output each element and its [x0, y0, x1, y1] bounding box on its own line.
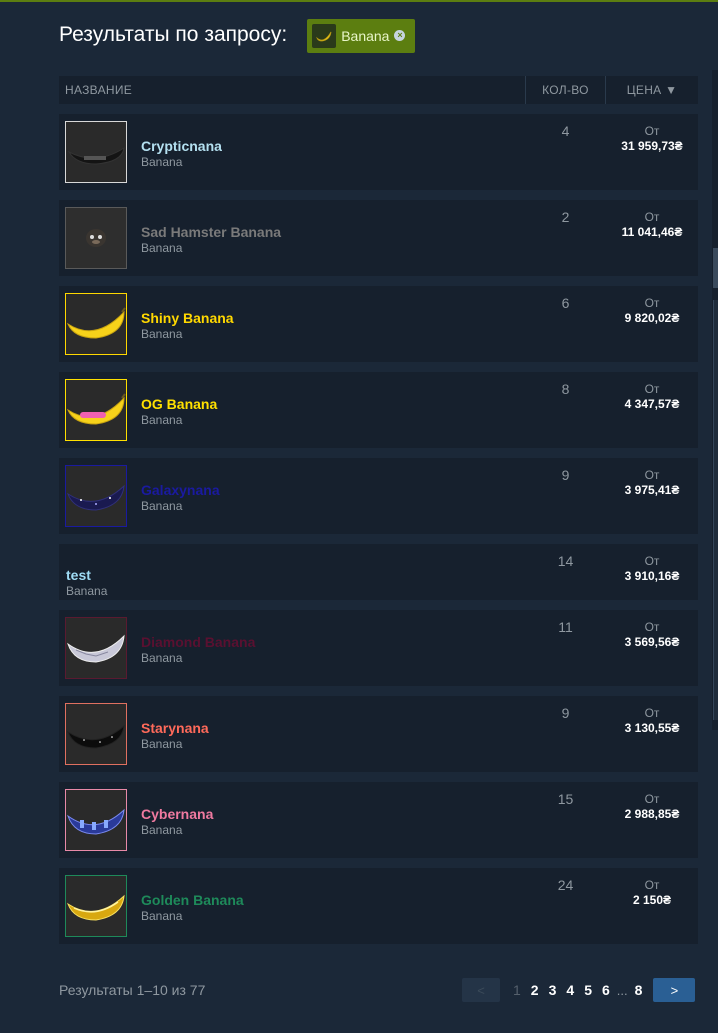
page-6[interactable]: 6: [602, 982, 610, 998]
item-name[interactable]: Shiny Banana: [141, 310, 234, 326]
item-name[interactable]: Golden Banana: [141, 892, 244, 908]
price-from-label: От: [644, 706, 660, 720]
top-accent-line: [0, 0, 718, 2]
item-game: Banana: [141, 909, 183, 923]
item-quantity: 9: [561, 467, 570, 483]
og-banana-icon: [65, 379, 127, 441]
item-price: 3 130,55₴: [624, 721, 680, 735]
cyber-banana-icon: [65, 789, 127, 851]
price-from-label: От: [644, 210, 660, 224]
scrollbar-panel: [713, 300, 718, 720]
item-price: 9 820,02₴: [624, 311, 680, 325]
price-from-label: От: [644, 620, 660, 634]
yellow-banana-icon: [65, 293, 127, 355]
page-8[interactable]: 8: [635, 982, 643, 998]
item-price: 3 975,41₴: [624, 483, 680, 497]
item-quantity: 24: [557, 877, 574, 893]
search-header: Результаты по запросу: Banana ×: [59, 17, 416, 53]
price-from-label: От: [644, 124, 660, 138]
diamond-banana-icon: [65, 617, 127, 679]
item-name[interactable]: Diamond Banana: [141, 634, 255, 650]
price-from-label: От: [644, 468, 660, 482]
price-from-label: От: [644, 878, 660, 892]
item-price: 31 959,73₴: [621, 139, 683, 153]
banana-icon: [312, 23, 337, 48]
item-game: Banana: [141, 737, 183, 751]
page-1: 1: [513, 982, 521, 998]
search-tag-label: Banana: [341, 27, 390, 44]
table-header: НАЗВАНИЕ КОЛ-ВО ЦЕНА ▼: [59, 76, 698, 104]
page-4[interactable]: 4: [566, 982, 574, 998]
column-price-header[interactable]: ЦЕНА ▼: [606, 76, 698, 104]
table-row[interactable]: Golden Banana Banana 24 От 2 150₴: [59, 868, 698, 944]
item-price: 2 150₴: [632, 893, 672, 907]
search-tag-banana[interactable]: Banana ×: [307, 18, 416, 53]
results-title: Результаты по запросу:: [59, 23, 288, 46]
prev-page-button[interactable]: <: [462, 978, 500, 1002]
item-game: Banana: [141, 241, 183, 255]
table-row[interactable]: Sad Hamster Banana Banana 2 От 11 041,46…: [59, 200, 698, 276]
item-quantity: 15: [557, 791, 574, 807]
scrollbar-thumb[interactable]: [713, 248, 718, 288]
item-game: Banana: [141, 413, 183, 427]
item-quantity: 4: [561, 123, 570, 139]
column-qty-header[interactable]: КОЛ-ВО: [525, 76, 606, 104]
page-2[interactable]: 2: [531, 982, 539, 998]
price-from-label: От: [644, 296, 660, 310]
item-price: 4 347,57₴: [624, 397, 680, 411]
item-quantity: 9: [561, 705, 570, 721]
item-name[interactable]: Crypticnana: [141, 138, 222, 154]
pagination: < 1 2 3 4 5 6 ... 8 >: [462, 978, 696, 1002]
close-icon[interactable]: ×: [394, 30, 406, 41]
item-game: Banana: [141, 823, 183, 837]
item-name[interactable]: OG Banana: [141, 396, 217, 412]
item-quantity: 14: [557, 553, 574, 569]
price-from-label: От: [644, 792, 660, 806]
next-page-button[interactable]: >: [653, 978, 696, 1002]
item-quantity: 8: [561, 381, 570, 397]
table-row[interactable]: OG Banana Banana 8 От 4 347,57₴: [59, 372, 698, 448]
table-row[interactable]: test Banana 14 От 3 910,16₴: [59, 544, 698, 600]
item-price: 3 910,16₴: [624, 569, 680, 583]
price-from-label: От: [644, 554, 660, 568]
item-quantity: 2: [561, 209, 570, 225]
item-quantity: 11: [558, 619, 573, 635]
item-price: 11 041,46₴: [621, 225, 683, 239]
item-name[interactable]: Sad Hamster Banana: [141, 224, 281, 240]
starry-banana-icon: [65, 703, 127, 765]
item-game: Banana: [141, 327, 183, 341]
item-price: 2 988,85₴: [624, 807, 680, 821]
table-row[interactable]: Cybernana Banana 15 От 2 988,85₴: [59, 782, 698, 858]
column-name-header: НАЗВАНИЕ: [65, 83, 133, 97]
item-name[interactable]: Cybernana: [141, 806, 213, 822]
table-row[interactable]: Shiny Banana Banana 6 От 9 820,02₴: [59, 286, 698, 362]
item-game: Banana: [141, 651, 183, 665]
item-game: Banana: [66, 584, 108, 598]
table-row[interactable]: Diamond Banana Banana 11 От 3 569,56₴: [59, 610, 698, 686]
results-list: Crypticnana Banana 4 От 31 959,73₴ Sad H…: [59, 114, 698, 954]
item-name[interactable]: Galaxynana: [141, 482, 220, 498]
golden-banana-icon: [65, 875, 127, 937]
page-3[interactable]: 3: [549, 982, 557, 998]
dark-banana-icon: [65, 121, 127, 183]
hamster-icon: [65, 207, 127, 269]
item-game: Banana: [141, 499, 183, 513]
item-name[interactable]: test: [66, 567, 91, 583]
item-quantity: 6: [561, 295, 570, 311]
item-name[interactable]: Starynana: [141, 720, 209, 736]
item-game: Banana: [141, 155, 183, 169]
results-count: Результаты 1–10 из 77: [59, 982, 206, 998]
galaxy-banana-icon: [65, 465, 127, 527]
table-row[interactable]: Galaxynana Banana 9 От 3 975,41₴: [59, 458, 698, 534]
page-5[interactable]: 5: [584, 982, 592, 998]
item-price: 3 569,56₴: [624, 635, 680, 649]
page-ellipsis: ...: [616, 982, 628, 998]
table-row[interactable]: Crypticnana Banana 4 От 31 959,73₴: [59, 114, 698, 190]
table-row[interactable]: Starynana Banana 9 От 3 130,55₴: [59, 696, 698, 772]
price-from-label: От: [644, 382, 660, 396]
